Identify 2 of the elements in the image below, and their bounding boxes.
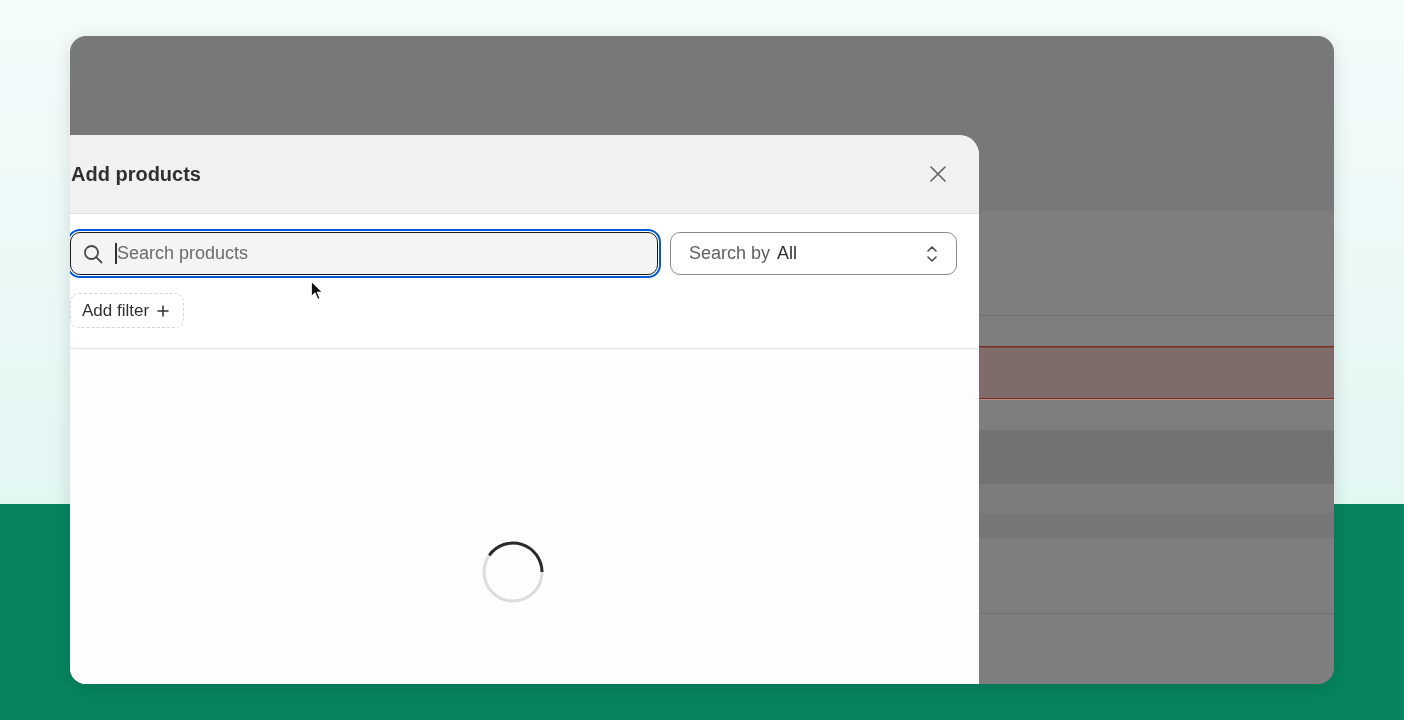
close-icon bbox=[930, 166, 946, 182]
dialog-title: Add products bbox=[71, 162, 201, 186]
